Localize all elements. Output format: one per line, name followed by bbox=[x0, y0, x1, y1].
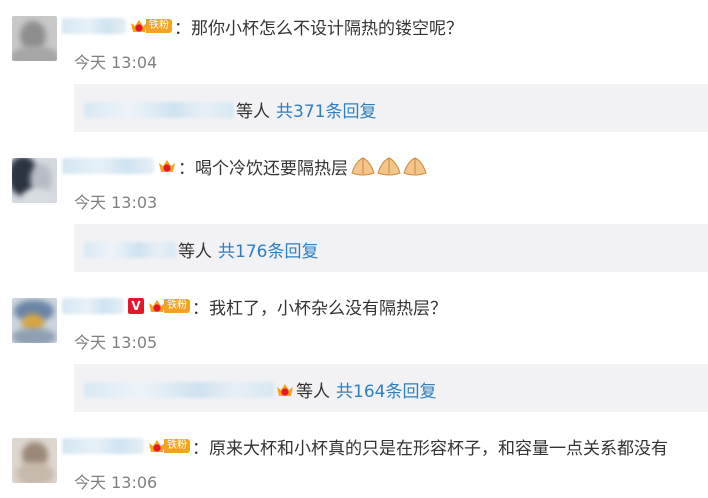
username[interactable] bbox=[62, 18, 126, 34]
comment-text: 我杠了，小杯杂么没有隔热层？ bbox=[209, 298, 447, 319]
comment-separator: ： bbox=[178, 158, 195, 179]
comment-time: 今天 13:04 bbox=[74, 53, 158, 72]
comment-text: 原来大杯和小杯真的只是在形容杯子，和容量一点关系都没有 bbox=[209, 438, 668, 459]
reply-summary[interactable]: 等人 共371条回复 bbox=[74, 84, 708, 132]
comment-separator: ： bbox=[174, 18, 191, 39]
avatar[interactable] bbox=[12, 16, 57, 61]
username[interactable] bbox=[62, 298, 124, 314]
pray-hands-icon bbox=[351, 157, 375, 176]
pray-hands-icon bbox=[377, 157, 401, 176]
comment-time: 今天 13:05 bbox=[74, 333, 158, 352]
reply-count-link[interactable]: 共176条回复 bbox=[218, 237, 318, 262]
username[interactable] bbox=[62, 158, 154, 174]
comment-separator: ： bbox=[192, 298, 209, 319]
avatar[interactable] bbox=[12, 158, 57, 203]
crown-level-icon bbox=[130, 18, 148, 34]
reply-suffix: 等人 bbox=[296, 382, 330, 402]
reply-suffix: 等人 bbox=[178, 242, 212, 262]
crown-level-icon bbox=[158, 158, 176, 174]
replier-names bbox=[84, 381, 274, 398]
fan-badge[interactable]: 铁粉 bbox=[130, 18, 172, 34]
replier-names bbox=[84, 101, 234, 118]
username[interactable] bbox=[62, 438, 144, 454]
comment-separator: ： bbox=[192, 438, 209, 459]
level-badge[interactable] bbox=[158, 158, 176, 174]
crown-level-icon bbox=[148, 298, 166, 314]
emoji-group bbox=[350, 155, 428, 177]
avatar[interactable] bbox=[12, 438, 57, 483]
crown-level-icon bbox=[276, 382, 294, 398]
fan-badge[interactable]: 铁粉 bbox=[148, 438, 190, 454]
comment-text: 喝个冷饮还要隔热层 bbox=[195, 158, 348, 179]
comment-text: 那你小杯怎么不设计隔热的镂空呢？ bbox=[191, 18, 463, 39]
avatar[interactable] bbox=[12, 298, 57, 343]
pray-hands-icon bbox=[403, 157, 427, 176]
fan-badge[interactable]: 铁粉 bbox=[148, 298, 190, 314]
fan-badge-label: 铁粉 bbox=[164, 299, 190, 313]
replier-names bbox=[84, 241, 176, 258]
reply-summary[interactable]: 等人 共164条回复 bbox=[74, 364, 708, 412]
comment-time: 今天 13:03 bbox=[74, 193, 158, 212]
comment-time: 今天 13:06 bbox=[74, 473, 158, 492]
fan-badge-label: 铁粉 bbox=[146, 19, 172, 33]
crown-level-icon bbox=[148, 438, 166, 454]
reply-summary[interactable]: 等人 共176条回复 bbox=[74, 224, 708, 272]
reply-suffix: 等人 bbox=[236, 102, 270, 122]
fan-badge-label: 铁粉 bbox=[164, 439, 190, 453]
verified-v-icon: V bbox=[128, 298, 144, 314]
reply-count-link[interactable]: 共371条回复 bbox=[276, 97, 376, 122]
reply-count-link[interactable]: 共164条回复 bbox=[336, 377, 436, 402]
